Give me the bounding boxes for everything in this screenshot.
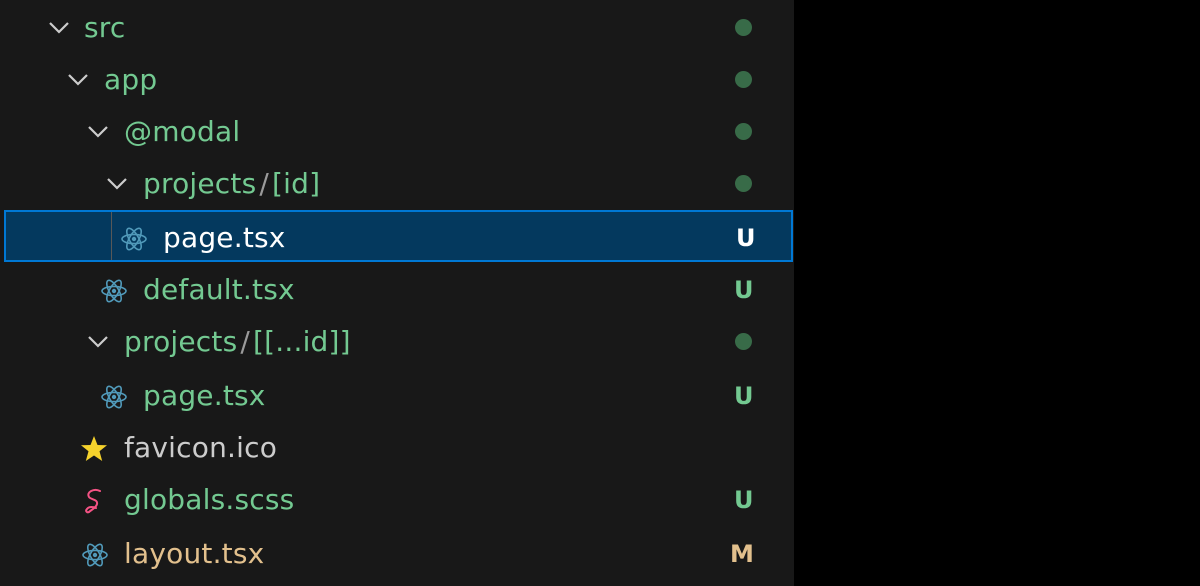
tree-item-page-tsx-selected[interactable]: page.tsx U — [4, 210, 793, 262]
react-icon — [82, 543, 108, 567]
git-status-badge: U — [736, 224, 756, 252]
tree-item-label: globals.scss — [124, 483, 295, 516]
tree-item-label: src — [84, 11, 126, 44]
tree-item-modal[interactable]: @modal — [0, 106, 794, 158]
tree-item-label: @modal — [124, 115, 241, 148]
chevron-down-icon[interactable] — [104, 171, 130, 197]
tree-item-label: projects / [id] — [143, 158, 320, 210]
tree-item-globals-scss[interactable]: globals.scss U — [0, 474, 794, 526]
chevron-down-icon[interactable] — [85, 329, 111, 355]
tree-item-label: favicon.ico — [124, 431, 278, 464]
path-separator: / — [240, 325, 251, 358]
chevron-down-icon[interactable] — [65, 67, 91, 93]
git-status-badge: M — [730, 540, 754, 568]
star-icon — [81, 436, 107, 461]
git-status-badge: U — [734, 382, 754, 410]
path-segment: projects — [124, 325, 238, 358]
tree-item-src[interactable]: src — [0, 2, 794, 54]
path-segment: [id] — [272, 167, 321, 200]
tree-item-app[interactable]: app — [0, 54, 794, 106]
tree-item-projects-catchall[interactable]: projects / [[...id]] — [0, 316, 794, 368]
git-status-badge: U — [734, 486, 754, 514]
tree-item-layout-tsx[interactable]: layout.tsx M — [0, 528, 794, 580]
tree-item-projects-id[interactable]: projects / [id] — [0, 158, 794, 210]
git-status-dot — [735, 71, 752, 88]
path-segment: [[...id]] — [253, 325, 351, 358]
chevron-down-icon[interactable] — [46, 15, 72, 41]
tree-item-default-tsx[interactable]: default.tsx U — [0, 264, 794, 316]
editor-area — [794, 0, 1200, 586]
react-icon — [121, 227, 147, 251]
tree-item-label: projects / [[...id]] — [124, 316, 351, 368]
path-separator: / — [259, 167, 270, 200]
path-segment: projects — [143, 167, 257, 200]
chevron-down-icon[interactable] — [85, 119, 111, 145]
indent-guide — [111, 212, 112, 260]
git-status-dot — [735, 123, 752, 140]
sass-icon — [85, 488, 101, 514]
file-explorer: src app @modal projects / [id] page.tsx … — [0, 0, 794, 586]
tree-item-label: layout.tsx — [124, 537, 265, 570]
tree-item-favicon[interactable]: favicon.ico — [0, 422, 794, 474]
react-icon — [101, 385, 127, 409]
tree-item-label: app — [104, 63, 158, 96]
tree-item-label: default.tsx — [143, 273, 295, 306]
git-status-dot — [735, 19, 752, 36]
git-status-badge: U — [734, 276, 754, 304]
git-status-dot — [735, 175, 752, 192]
react-icon — [101, 279, 127, 303]
tree-item-label: page.tsx — [143, 379, 266, 412]
tree-item-label: page.tsx — [163, 221, 286, 254]
git-status-dot — [735, 333, 752, 350]
tree-item-page-tsx[interactable]: page.tsx U — [0, 370, 794, 422]
